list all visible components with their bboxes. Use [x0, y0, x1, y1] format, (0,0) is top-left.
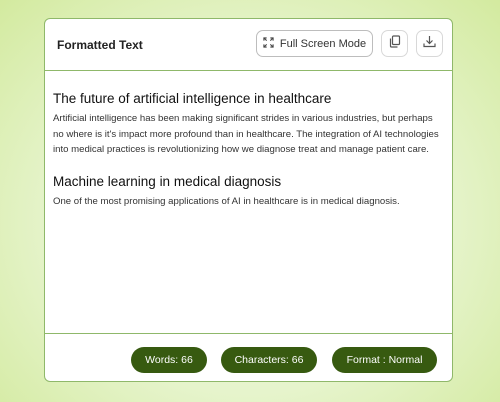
formatted-content: The future of artificial intelligence in… — [53, 91, 443, 209]
copy-icon — [389, 34, 401, 53]
section-heading: The future of artificial intelligence in… — [53, 91, 332, 106]
content-section: The future of artificial intelligence in… — [53, 91, 443, 158]
formatted-text-panel: Formatted Text Full Screen Mode The futu… — [44, 18, 453, 382]
download-icon — [423, 35, 436, 53]
format-badge[interactable]: Format : Normal — [332, 347, 437, 373]
panel-footer: Words: 66 Characters: 66 Format : Normal — [45, 333, 452, 381]
panel-title: Formatted Text — [57, 38, 143, 52]
section-body: One of the most promising applications o… — [53, 195, 400, 207]
word-count-badge: Words: 66 — [131, 347, 207, 373]
full-screen-mode-label: Full Screen Mode — [279, 37, 367, 50]
download-button[interactable] — [416, 30, 443, 57]
panel-header: Formatted Text Full Screen Mode — [45, 19, 452, 71]
character-count-badge: Characters: 66 — [221, 347, 317, 373]
content-section: Machine learning in medical diagnosis On… — [53, 174, 443, 210]
copy-button[interactable] — [381, 30, 408, 57]
section-body: Artificial intelligence has been making … — [53, 113, 439, 155]
section-heading: Machine learning in medical diagnosis — [53, 173, 282, 189]
full-screen-mode-button[interactable]: Full Screen Mode — [256, 30, 373, 57]
expand-icon — [263, 36, 274, 51]
